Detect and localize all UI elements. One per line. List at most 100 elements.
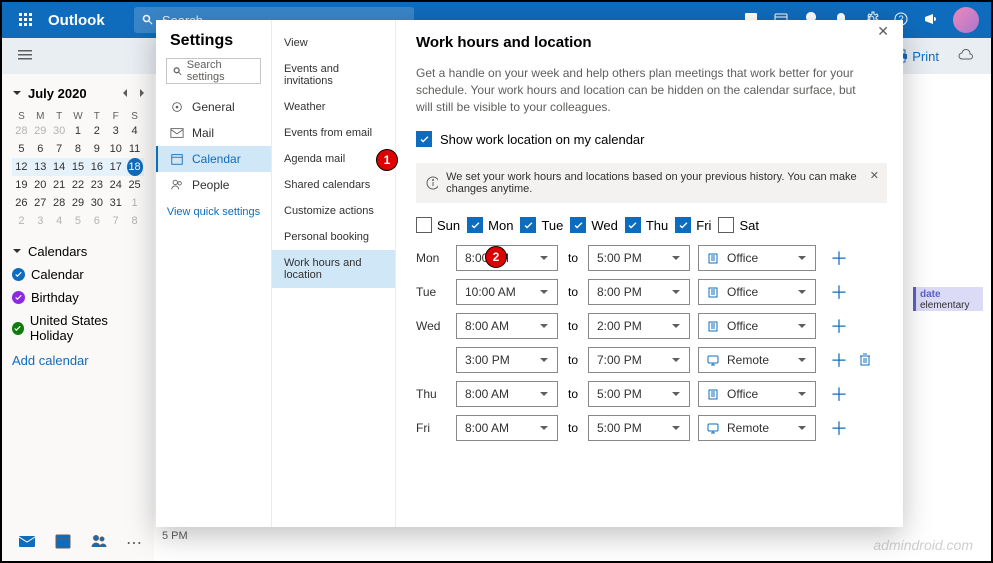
schedule-row: Thu 8:00 AM to 5:00 PM Office ＋: [416, 381, 887, 407]
building-icon: [707, 388, 719, 400]
location-select[interactable]: Office: [698, 313, 816, 339]
location-select[interactable]: Office: [698, 245, 816, 271]
settings-sub-work-hours-and-location[interactable]: Work hours and location: [272, 250, 395, 288]
add-slot-button[interactable]: ＋: [830, 313, 848, 339]
banner-close-icon[interactable]: ✕: [870, 169, 879, 182]
month-label: July 2020: [28, 86, 87, 101]
info-banner: We set your work hours and locations bas…: [416, 163, 887, 203]
settings-title: Settings: [156, 32, 271, 58]
calendar-item[interactable]: Birthday: [12, 290, 144, 305]
settings-search[interactable]: Search settings: [166, 58, 261, 84]
settings-cat-general[interactable]: General: [156, 94, 271, 120]
workdays-picker: SunMonTueWedThuFriSat: [416, 217, 887, 233]
calendar-color-dot: [12, 322, 24, 335]
end-time-select[interactable]: 5:00 PM: [588, 415, 690, 441]
more-icon[interactable]: ⋯: [126, 533, 142, 553]
settings-sub-view[interactable]: View: [272, 30, 395, 56]
end-time-select[interactable]: 5:00 PM: [588, 245, 690, 271]
calendar-item[interactable]: United States Holiday: [12, 313, 144, 343]
day-checkbox-wed[interactable]: [570, 217, 586, 233]
location-select[interactable]: Remote: [698, 347, 816, 373]
day-checkbox-thu[interactable]: [625, 217, 641, 233]
day-label: Thu: [416, 387, 448, 401]
monitor-icon: [707, 354, 719, 366]
add-slot-button[interactable]: ＋: [830, 245, 848, 271]
calendars-header: Calendars: [28, 244, 87, 259]
location-select[interactable]: Office: [698, 381, 816, 407]
settings-sub-events-from-email[interactable]: Events from email: [272, 120, 395, 146]
avatar[interactable]: [953, 7, 979, 33]
start-time-select[interactable]: 10:00 AM: [456, 279, 558, 305]
settings-category-column: Settings Search settings General Mail Ca…: [156, 20, 272, 527]
prev-month-icon[interactable]: [120, 87, 130, 101]
location-select[interactable]: Office: [698, 279, 816, 305]
settings-sub-personal-booking[interactable]: Personal booking: [272, 224, 395, 250]
settings-sub-customize-actions[interactable]: Customize actions: [272, 198, 395, 224]
add-slot-button[interactable]: ＋: [830, 279, 848, 305]
calendar-item[interactable]: Calendar: [12, 267, 144, 282]
day-checkbox-mon[interactable]: [467, 217, 483, 233]
chevron-down-icon[interactable]: [12, 244, 22, 259]
chevron-down-icon[interactable]: [12, 87, 22, 101]
settings-cat-people[interactable]: People: [156, 172, 271, 198]
view-quick-settings-link[interactable]: View quick settings: [156, 198, 271, 218]
annotation-2: 2: [485, 246, 507, 268]
settings-cat-calendar[interactable]: Calendar: [156, 146, 271, 172]
settings-sub-shared-calendars[interactable]: Shared calendars: [272, 172, 395, 198]
day-label: Wed: [416, 319, 448, 333]
day-label: Tue: [416, 285, 448, 299]
annotation-1: 1: [376, 149, 398, 171]
settings-detail-pane: ✕ Work hours and location Get a handle o…: [396, 20, 903, 527]
mail-module-icon[interactable]: [18, 532, 36, 555]
app-name: Outlook: [48, 12, 105, 29]
show-location-label: Show work location on my calendar: [440, 132, 645, 147]
start-time-select[interactable]: 8:00 AM: [456, 245, 558, 271]
bottom-module-bar: ⋯: [2, 525, 154, 561]
end-time-select[interactable]: 7:00 PM: [588, 347, 690, 373]
time-label: 5 PM: [162, 530, 188, 542]
start-time-select[interactable]: 8:00 AM: [456, 381, 558, 407]
add-slot-button[interactable]: ＋: [830, 381, 848, 407]
add-slot-button[interactable]: ＋: [830, 347, 848, 373]
schedule-row: Tue 10:00 AM to 8:00 PM Office ＋: [416, 279, 887, 305]
schedule-row: Fri 8:00 AM to 5:00 PM Remote ＋: [416, 415, 887, 441]
end-time-select[interactable]: 2:00 PM: [588, 313, 690, 339]
start-time-select[interactable]: 8:00 AM: [456, 415, 558, 441]
day-checkbox-sat[interactable]: [718, 217, 734, 233]
settings-sub-events-and-invitations[interactable]: Events and invitations: [272, 56, 395, 94]
calendar-module-icon[interactable]: [54, 532, 72, 555]
location-select[interactable]: Remote: [698, 415, 816, 441]
day-checkbox-tue[interactable]: [520, 217, 536, 233]
event-preview[interactable]: date elementary: [913, 287, 983, 311]
building-icon: [707, 320, 719, 332]
pane-description: Get a handle on your week and help other…: [416, 65, 856, 115]
schedule-row: Wed 8:00 AM to 2:00 PM Office ＋: [416, 313, 887, 339]
day-checkbox-fri[interactable]: [675, 217, 691, 233]
end-time-select[interactable]: 8:00 PM: [588, 279, 690, 305]
day-label: Mon: [416, 251, 448, 265]
pane-title: Work hours and location: [416, 34, 887, 51]
settings-subcategory-column: ViewEvents and invitationsWeatherEvents …: [272, 20, 396, 527]
hamburger-icon[interactable]: [18, 48, 32, 65]
close-button[interactable]: ✕: [869, 20, 897, 48]
settings-sub-weather[interactable]: Weather: [272, 94, 395, 120]
people-module-icon[interactable]: [90, 532, 108, 555]
show-location-checkbox[interactable]: [416, 131, 432, 147]
left-panel: July 2020 SMTWTFS 2829301234567891011121…: [2, 74, 154, 525]
end-time-select[interactable]: 5:00 PM: [588, 381, 690, 407]
day-checkbox-sun[interactable]: [416, 217, 432, 233]
delete-slot-button[interactable]: [858, 352, 872, 369]
settings-cat-mail[interactable]: Mail: [156, 120, 271, 146]
add-calendar-link[interactable]: Add calendar: [12, 353, 144, 368]
mini-calendar[interactable]: SMTWTFS 28293012345678910111213141516171…: [12, 111, 144, 230]
monitor-icon: [707, 422, 719, 434]
waffle-icon[interactable]: [10, 13, 42, 27]
start-time-select[interactable]: 3:00 PM: [456, 347, 558, 373]
add-slot-button[interactable]: ＋: [830, 415, 848, 441]
building-icon: [707, 252, 719, 264]
calendar-color-dot: [12, 268, 25, 281]
megaphone-icon[interactable]: [923, 11, 939, 30]
start-time-select[interactable]: 8:00 AM: [456, 313, 558, 339]
next-month-icon[interactable]: [134, 87, 144, 101]
calendar-color-dot: [12, 291, 25, 304]
